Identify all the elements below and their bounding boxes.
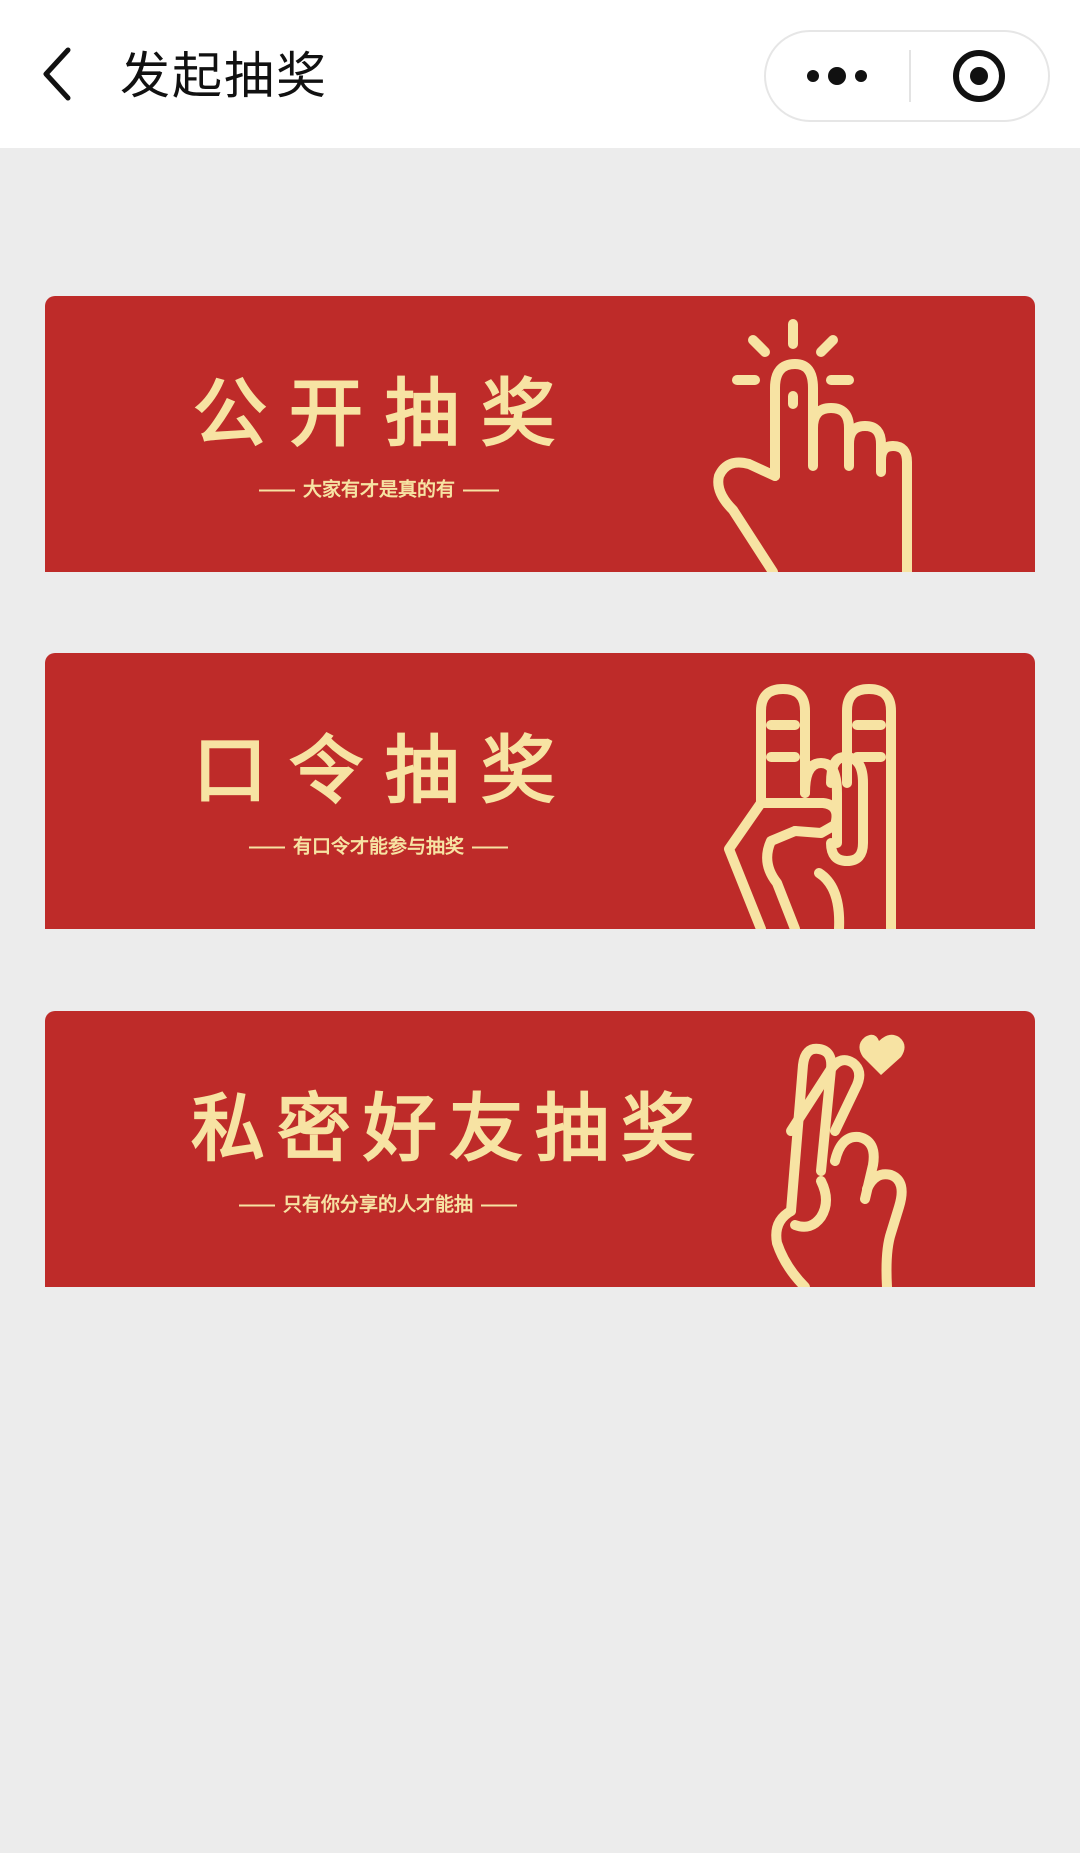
close-miniprogram-button[interactable]	[911, 32, 1048, 120]
pointing-finger-icon	[713, 319, 912, 572]
more-button[interactable]	[766, 32, 908, 120]
card-subtitle: 大家有才是真的有	[251, 478, 507, 501]
dash-decoration	[239, 1204, 275, 1206]
more-dots-icon	[807, 67, 867, 85]
password-lottery-card[interactable]: 口令抽奖 有口令才能参与抽奖	[45, 653, 1035, 929]
rock-hand-icon	[724, 684, 896, 929]
target-icon	[953, 50, 1005, 102]
card-subtitle: 只有你分享的人才能抽	[231, 1193, 525, 1216]
card-subtitle-text: 有口令才能参与抽奖	[293, 835, 465, 858]
finger-heart-icon	[771, 1034, 907, 1287]
back-button[interactable]	[38, 46, 78, 102]
heart-icon	[859, 1034, 905, 1075]
navigation-bar: 发起抽奖	[0, 0, 1080, 148]
card-title: 公开抽奖	[193, 371, 577, 457]
card-title: 口令抽奖	[193, 728, 577, 814]
public-lottery-card[interactable]: 公开抽奖 大家有才是真的有	[45, 296, 1035, 572]
card-subtitle-text: 只有你分享的人才能抽	[283, 1193, 474, 1216]
chevron-left-icon	[43, 47, 71, 101]
page-title: 发起抽奖	[120, 47, 328, 105]
private-friends-lottery-card[interactable]: 私密好友抽奖 只有你分享的人才能抽	[45, 1011, 1035, 1287]
dash-decoration	[463, 489, 500, 491]
card-title: 私密好友抽奖	[191, 1086, 707, 1172]
dash-decoration	[249, 846, 285, 848]
dash-decoration	[472, 846, 509, 848]
card-subtitle-text: 大家有才是真的有	[303, 478, 456, 501]
mini-program-capsule	[764, 30, 1050, 122]
dash-decoration	[259, 489, 295, 491]
card-subtitle: 有口令才能参与抽奖	[241, 835, 516, 858]
dash-decoration	[481, 1204, 518, 1206]
